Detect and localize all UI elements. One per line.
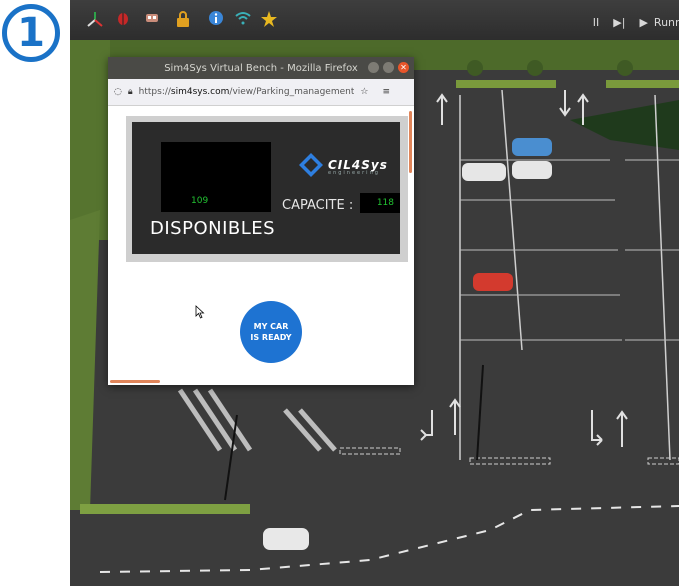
road-arrow: [559, 90, 571, 117]
horizontal-scrollbar[interactable]: [110, 380, 160, 383]
vertical-scrollbar[interactable]: [409, 111, 412, 173]
maximize-button[interactable]: [383, 62, 394, 73]
tree-canopy: [570, 100, 679, 150]
stop-line: [469, 457, 551, 465]
play-button[interactable]: ▶: [639, 16, 647, 29]
lamp-post: [224, 414, 238, 501]
lamp-post: [476, 364, 484, 461]
minimize-button[interactable]: [368, 62, 379, 73]
my-car-ready-button[interactable]: MY CAR IS READY: [240, 301, 302, 363]
lock-icon[interactable]: [176, 10, 190, 28]
browser-navbar: ◌ 🔒︎ https://sim4sys.com/view/Parking_ma…: [108, 79, 414, 106]
star-icon[interactable]: [260, 10, 278, 28]
pause-button[interactable]: II: [593, 16, 600, 29]
available-label: DISPONIBLES: [150, 218, 276, 239]
hatched-zone: [177, 388, 337, 452]
road-arrow: [420, 410, 433, 441]
parked-car: [512, 138, 552, 156]
parked-car: [512, 161, 552, 179]
page-content: 109 CIL4Sys engineering CAPACITE : 118 D…: [108, 106, 414, 385]
lock-icon[interactable]: 🔒︎: [128, 87, 133, 97]
grass-area: [456, 80, 556, 88]
available-count-display: 109: [161, 142, 271, 212]
cil4sys-logo: CIL4Sys engineering: [298, 152, 388, 178]
simulator-toolbar: II ▶| ▶ Running: [70, 0, 679, 41]
parking-dashboard: 109 CIL4Sys engineering CAPACITE : 118 D…: [126, 116, 408, 262]
lane-marking: [501, 89, 523, 351]
tree: [467, 60, 483, 76]
road-arrow: [436, 93, 448, 125]
capacity-label: CAPACITE :: [282, 198, 354, 213]
browser-titlebar: Sim4Sys Virtual Bench - Mozilla Firefox …: [108, 57, 414, 79]
stop-line: [339, 447, 401, 455]
grass-area: [70, 40, 110, 240]
cil4sys-logo-icon: [299, 153, 323, 177]
shield-icon[interactable]: ◌: [114, 87, 122, 97]
grass-area: [70, 210, 100, 510]
grass-area: [606, 80, 679, 88]
bug-icon[interactable]: [116, 10, 130, 26]
bookmark-star-icon[interactable]: ☆: [360, 87, 368, 97]
robot-icon[interactable]: [144, 10, 160, 26]
grass-area: [80, 504, 250, 514]
close-button[interactable]: ✕: [398, 62, 409, 73]
info-icon[interactable]: [208, 10, 224, 26]
lane-marking: [654, 94, 671, 461]
road-centerline: [99, 505, 679, 573]
step-number-badge: 1: [2, 4, 60, 62]
simulation-controls: II ▶| ▶ Running: [593, 12, 679, 32]
stop-line: [647, 457, 679, 465]
capacity-value: 118: [360, 193, 400, 213]
menu-icon[interactable]: ≡: [382, 87, 390, 97]
axes-icon[interactable]: [86, 10, 104, 28]
parked-car: [462, 163, 506, 181]
url-bar[interactable]: https://sim4sys.com/view/Parking_managem…: [139, 87, 355, 97]
ego-car: [263, 528, 309, 550]
wifi-icon[interactable]: [234, 10, 252, 26]
parked-car: [473, 273, 513, 291]
step-button[interactable]: ▶|: [613, 16, 625, 29]
mouse-cursor-icon: [195, 305, 205, 319]
simulation-status: Running: [653, 15, 679, 29]
road-arrow: [591, 410, 603, 446]
available-count: 109: [191, 196, 209, 206]
browser-window: Sim4Sys Virtual Bench - Mozilla Firefox …: [108, 57, 414, 385]
tree: [527, 60, 543, 76]
tree: [617, 60, 633, 76]
browser-title: Sim4Sys Virtual Bench - Mozilla Firefox: [164, 62, 358, 74]
road-arrow: [449, 398, 461, 435]
road-arrow: [616, 410, 628, 447]
